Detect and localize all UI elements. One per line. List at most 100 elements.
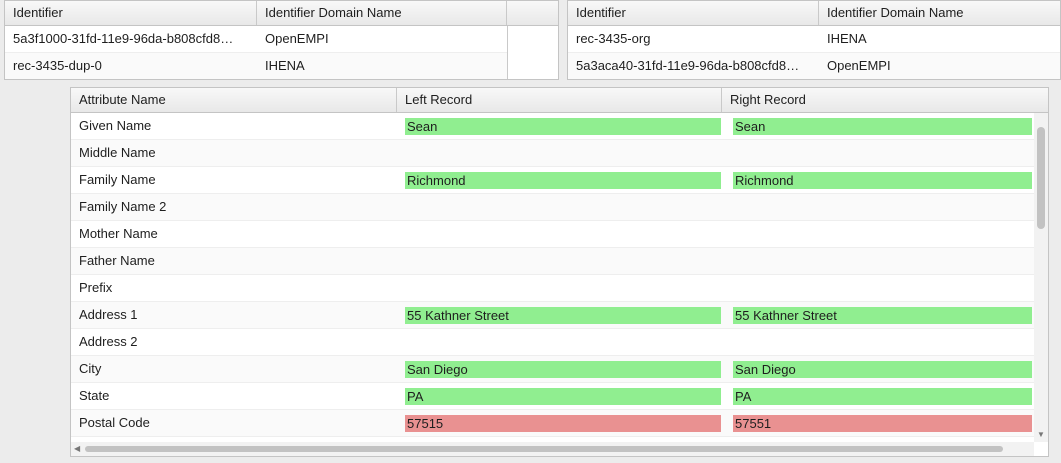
left-record-cell	[397, 194, 723, 220]
attribute-row[interactable]: City San Diego San Diego	[71, 356, 1048, 383]
left-record-cell	[397, 329, 723, 355]
attribute-row[interactable]: Postal Code 57515 57551	[71, 410, 1048, 437]
right-record-cell	[723, 248, 1034, 274]
left-record-value: PA	[405, 387, 721, 405]
column-header-filler	[507, 1, 558, 25]
table-row[interactable]: rec-3435-dup-0 IHENA	[5, 53, 558, 79]
right-record-value	[733, 226, 1032, 243]
left-record-value: San Diego	[405, 360, 721, 378]
column-filler	[507, 26, 558, 79]
attribute-name-cell: Family Name 2	[79, 199, 167, 214]
horizontal-scrollbar-thumb[interactable]	[85, 446, 1003, 452]
left-record-cell: 57515	[397, 410, 723, 436]
attribute-row[interactable]: Family Name Richmond Richmond	[71, 167, 1048, 194]
right-record-cell: 57551	[723, 410, 1034, 436]
left-record-cell: San Diego	[397, 356, 723, 382]
right-record-value: PA	[733, 387, 1032, 405]
identifier-cell: 5a3f1000-31fd-11e9-96da-b808cfd8…	[13, 31, 234, 46]
attribute-row[interactable]: Given Name Sean Sean	[71, 113, 1048, 140]
attribute-name-cell: Address 2	[79, 334, 138, 349]
left-record-cell	[397, 248, 723, 274]
left-record-cell: 55 Kathner Street	[397, 302, 723, 328]
left-record-cell: Sean	[397, 113, 723, 139]
left-record-value: Richmond	[405, 171, 721, 189]
left-record-value: Sean	[405, 117, 721, 135]
right-record-cell	[723, 140, 1034, 166]
vertical-scrollbar[interactable]: ▼	[1034, 113, 1048, 442]
right-record-cell	[723, 329, 1034, 355]
scroll-down-arrow-icon[interactable]: ▼	[1037, 430, 1045, 440]
left-record-value	[405, 334, 721, 351]
column-header-left-record[interactable]: Left Record	[397, 88, 722, 112]
column-header-attribute-name[interactable]: Attribute Name	[71, 88, 397, 112]
left-record-value: 55 Kathner Street	[405, 306, 721, 324]
domain-cell: IHENA	[826, 31, 867, 46]
table-row[interactable]: rec-3435-org IHENA	[568, 26, 1060, 53]
right-record-cell	[723, 194, 1034, 220]
attribute-row[interactable]: Mother Name	[71, 221, 1048, 248]
attribute-row[interactable]: Family Name 2	[71, 194, 1048, 221]
attribute-row[interactable]: Address 2	[71, 329, 1048, 356]
left-record-cell	[397, 140, 723, 166]
right-record-value	[733, 334, 1032, 351]
attribute-name-cell: Prefix	[79, 280, 113, 295]
right-record-cell	[723, 221, 1034, 247]
identifier-cell: rec-3435-org	[576, 31, 651, 46]
left-record-value: 57515	[405, 414, 721, 432]
right-record-value	[733, 280, 1032, 297]
attribute-name-cell: City	[79, 361, 102, 376]
right-record-cell: Sean	[723, 113, 1034, 139]
right-identifier-header: Identifier Identifier Domain Name	[568, 1, 1060, 26]
domain-cell: OpenEMPI	[265, 31, 329, 46]
column-header-identifier-domain-name[interactable]: Identifier Domain Name	[819, 1, 1060, 25]
attribute-name-cell: Given Name	[79, 118, 152, 133]
right-record-cell: San Diego	[723, 356, 1034, 382]
identifier-cell: rec-3435-dup-0	[13, 58, 102, 73]
attribute-row[interactable]: Address 1 55 Kathner Street 55 Kathner Str…	[71, 302, 1048, 329]
column-header-identifier-domain-name[interactable]: Identifier Domain Name	[257, 1, 507, 25]
column-header-right-record[interactable]: Right Record	[722, 88, 1048, 112]
table-row[interactable]: 5a3f1000-31fd-11e9-96da-b808cfd8… OpenEM…	[5, 26, 558, 53]
left-identifier-header: Identifier Identifier Domain Name	[5, 1, 558, 26]
left-record-cell	[397, 275, 723, 301]
attribute-name-cell: Mother Name	[79, 226, 158, 241]
attribute-row[interactable]: Father Name	[71, 248, 1048, 275]
identifier-cell: 5a3aca40-31fd-11e9-96da-b808cfd8…	[576, 58, 800, 73]
right-record-value	[733, 145, 1032, 162]
attribute-row[interactable]: Middle Name	[71, 140, 1048, 167]
left-record-value	[405, 253, 721, 270]
right-record-value	[733, 199, 1032, 216]
right-identifier-table: Identifier Identifier Domain Name rec-34…	[567, 0, 1061, 80]
left-record-value	[405, 280, 721, 297]
attribute-name-cell: Family Name	[79, 172, 156, 187]
right-record-cell: PA	[723, 383, 1034, 409]
table-row[interactable]: 5a3aca40-31fd-11e9-96da-b808cfd8… OpenEM…	[568, 53, 1060, 79]
attribute-rows: Given Name Sean Sean Middle Name Family Name…	[71, 113, 1048, 437]
horizontal-scrollbar[interactable]: ◀	[71, 442, 1034, 456]
attribute-name-cell: Middle Name	[79, 145, 156, 160]
left-record-value	[405, 199, 721, 216]
left-record-cell: PA	[397, 383, 723, 409]
attribute-row[interactable]: State PA PA	[71, 383, 1048, 410]
right-record-value: Sean	[733, 117, 1032, 135]
left-record-value	[405, 226, 721, 243]
column-header-identifier[interactable]: Identifier	[568, 1, 819, 25]
right-record-cell	[723, 275, 1034, 301]
left-record-cell: Richmond	[397, 167, 723, 193]
scroll-left-arrow-icon[interactable]: ◀	[74, 444, 80, 454]
domain-cell: OpenEMPI	[826, 58, 891, 73]
attribute-name-cell: Address 1	[79, 307, 138, 322]
attribute-name-cell: State	[79, 388, 110, 403]
right-record-value: 57551	[733, 414, 1032, 432]
column-header-identifier[interactable]: Identifier	[5, 1, 257, 25]
vertical-scrollbar-thumb[interactable]	[1037, 127, 1045, 229]
right-record-value	[733, 253, 1032, 270]
attribute-table-header: Attribute Name Left Record Right Record	[71, 88, 1048, 113]
domain-cell: IHENA	[265, 58, 305, 73]
left-record-value	[405, 145, 721, 162]
right-record-value: Richmond	[733, 171, 1032, 189]
right-record-value: San Diego	[733, 360, 1032, 378]
left-record-cell	[397, 221, 723, 247]
right-record-cell: Richmond	[723, 167, 1034, 193]
attribute-row[interactable]: Prefix	[71, 275, 1048, 302]
